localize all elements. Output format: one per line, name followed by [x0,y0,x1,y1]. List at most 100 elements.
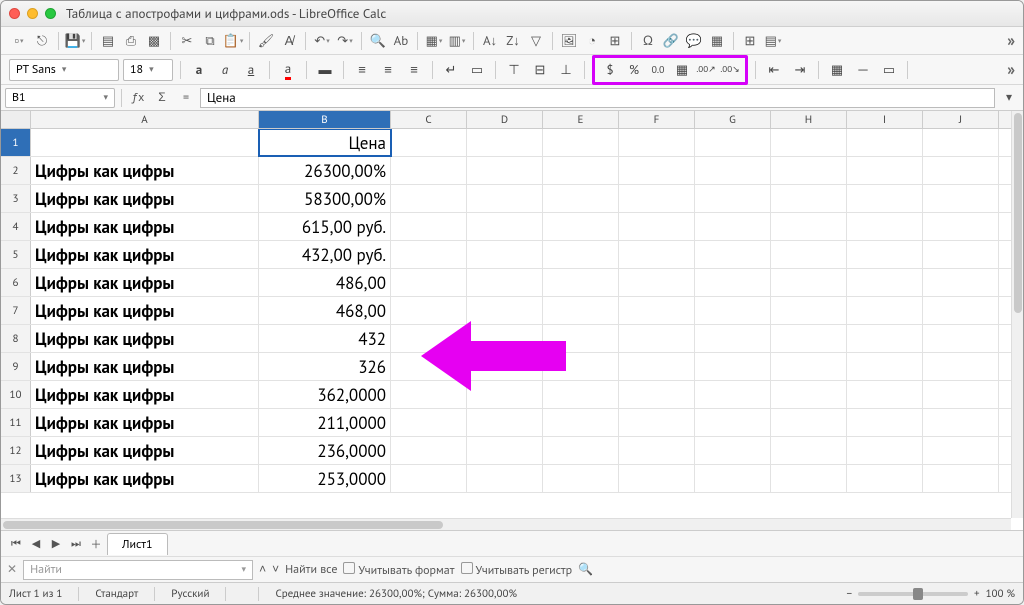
zoom-in-icon[interactable]: + [974,587,980,601]
align-center-icon[interactable]: ≡ [377,59,399,81]
cell[interactable] [391,241,467,268]
cell[interactable] [695,129,771,156]
find-all-button[interactable]: Найти все [285,562,337,577]
first-sheet-icon[interactable]: ⏮ [7,535,25,553]
cell[interactable]: 468,00 [259,297,391,324]
cell[interactable]: Цифры как цифры [31,381,259,408]
match-format-checkbox[interactable]: Учитывать формат [343,562,454,578]
cell[interactable] [467,129,543,156]
cell[interactable] [543,129,619,156]
zoom-slider[interactable] [858,592,968,596]
cell[interactable] [923,269,999,296]
cell[interactable]: 26300,00% [259,157,391,184]
row-header[interactable]: 5 [1,241,31,268]
cell[interactable] [695,325,771,352]
cell[interactable] [543,409,619,436]
cell[interactable] [771,269,847,296]
sort-desc-icon[interactable]: Z↓ [503,31,523,51]
cell[interactable]: 211,0000 [259,409,391,436]
open-icon[interactable]: ⎋ [32,31,52,51]
cell[interactable] [847,129,923,156]
close-icon[interactable] [9,8,20,19]
font-color-icon[interactable]: a [277,59,299,81]
cell[interactable]: 326 [259,353,391,380]
find-input[interactable]: Найти▾ [23,560,253,580]
cell[interactable] [923,185,999,212]
print-preview-icon[interactable]: ▩ [144,31,164,51]
col-header-j[interactable]: J [923,111,999,128]
row-header[interactable]: 12 [1,437,31,464]
italic-icon[interactable]: a [214,59,236,81]
cell[interactable] [771,157,847,184]
cell[interactable]: Цифры как цифры [31,185,259,212]
currency-format-icon[interactable]: $ [599,59,621,81]
cell[interactable] [695,241,771,268]
row-header[interactable]: 4 [1,213,31,240]
sheet-tab[interactable]: Лист1 [107,533,168,555]
indent-inc-icon[interactable]: ⇥ [789,59,811,81]
merge-icon[interactable]: ▭ [466,59,488,81]
cell[interactable] [771,353,847,380]
cell[interactable] [847,381,923,408]
cell[interactable] [847,437,923,464]
cell[interactable] [619,297,695,324]
cell[interactable] [543,269,619,296]
maximize-icon[interactable] [45,8,56,19]
col-header-a[interactable]: A [31,111,259,128]
sum-icon[interactable]: Σ [152,88,172,108]
status-summary[interactable]: Среднее значение: 26300,00%; Сумма: 2630… [275,587,517,601]
minimize-icon[interactable] [27,8,38,19]
status-language[interactable]: Русский [171,587,209,601]
cell[interactable] [619,465,695,492]
find-options-icon[interactable]: 🔍 [578,562,593,577]
export-pdf-icon[interactable]: ▤ [98,31,118,51]
cell[interactable] [619,353,695,380]
cell[interactable] [847,269,923,296]
cell[interactable] [923,241,999,268]
freeze-icon[interactable]: ⊞ [740,31,760,51]
comment-icon[interactable]: 💬 [684,31,704,51]
cell[interactable] [467,437,543,464]
zoom-value[interactable]: 100 % [986,587,1015,601]
cell[interactable]: 236,0000 [259,437,391,464]
cut-icon[interactable]: ✂ [177,31,197,51]
col-header-e[interactable]: E [543,111,619,128]
add-decimal-icon[interactable]: .00↗ [695,59,717,81]
cell[interactable] [543,437,619,464]
cell[interactable]: 432 [259,325,391,352]
scrollbar-horizontal[interactable] [1,518,1011,530]
borders-icon[interactable]: ▦ [826,59,848,81]
row-header[interactable]: 13 [1,465,31,492]
cell[interactable]: Цена [259,129,391,156]
underline-icon[interactable]: a [240,59,262,81]
cell[interactable]: Цифры как цифры [31,213,259,240]
row-header[interactable]: 2 [1,157,31,184]
cell[interactable] [695,213,771,240]
cell[interactable] [923,353,999,380]
cell[interactable] [467,297,543,324]
cell[interactable] [771,465,847,492]
chart-icon[interactable]: ◔ [582,31,602,51]
cell[interactable] [771,381,847,408]
cell[interactable] [771,129,847,156]
cell[interactable] [923,409,999,436]
cell[interactable] [543,353,619,380]
cell[interactable]: 432,00 руб. [259,241,391,268]
cell[interactable]: Цифры как цифры [31,241,259,268]
cell[interactable] [467,381,543,408]
cell[interactable] [467,213,543,240]
cell[interactable] [619,241,695,268]
cell[interactable] [847,241,923,268]
find-icon[interactable]: 🔍 [368,31,388,51]
remove-decimal-icon[interactable]: .00↘ [719,59,741,81]
hyperlink-icon[interactable]: 🔗 [661,31,681,51]
split-icon[interactable]: ▤ [763,31,783,51]
cell[interactable] [847,353,923,380]
autofilter-icon[interactable]: ▽ [526,31,546,51]
cell[interactable] [467,465,543,492]
cell[interactable] [847,325,923,352]
cell[interactable] [619,325,695,352]
align-middle-icon[interactable]: ⊟ [529,59,551,81]
cell[interactable] [695,409,771,436]
number-format-icon[interactable]: 0.0 [647,59,669,81]
